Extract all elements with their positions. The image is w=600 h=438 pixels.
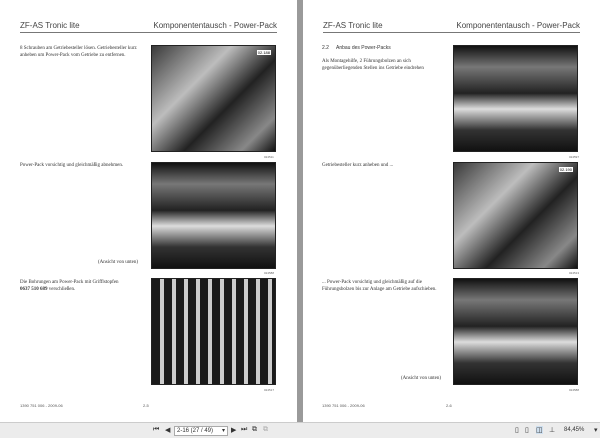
header-section: Komponententausch - Power-Pack — [153, 21, 277, 30]
photo — [151, 162, 276, 269]
photo-code: 024597 — [569, 155, 580, 159]
page-number-field[interactable]: 2-16 (27 / 49) ▾ — [174, 426, 228, 436]
previous-page-icon[interactable]: ◀ — [165, 426, 170, 434]
zoom-level[interactable]: 84,45% — [564, 427, 584, 433]
copy-icon[interactable]: ⧉ — [263, 426, 268, 434]
page-number: 2-5 — [143, 403, 149, 408]
step-text: Power-Pack vorsichtig und gleichmäßig ab… — [20, 163, 124, 168]
photo-caption: (Ansicht von unten) — [401, 376, 441, 381]
left-page: ZF-AS Tronic lite Komponententausch - Po… — [0, 0, 297, 422]
two-page-continuous-icon[interactable]: ⊥ — [549, 426, 555, 434]
footer-docnumber: 1390 751 006 - 2009-06 — [322, 403, 365, 408]
page-number: 2-6 — [446, 403, 452, 408]
step-text: 8 Schrauben am Getriebesteller lösen. Ge… — [20, 46, 137, 58]
first-page-icon[interactable]: ⏮ — [153, 426, 159, 434]
last-page-icon[interactable]: ⏭ — [241, 426, 247, 434]
header-section: Komponententausch - Power-Pack — [456, 21, 580, 30]
rotate-icon[interactable]: ⧉ — [252, 426, 257, 434]
header-title: ZF-AS Tronic lite — [323, 21, 383, 30]
bottom-toolbar: ⏮ ◀ 2-16 (27 / 49) ▾ ▶ ⏭ ⧉ ⧉ ▯ ▯ ◫ ⊥ 84,4… — [0, 422, 600, 438]
header-title: ZF-AS Tronic lite — [20, 21, 80, 30]
photo-code: 024517 — [264, 388, 275, 392]
two-page-view-icon[interactable]: ◫ — [536, 426, 543, 434]
zoom-dropdown-icon[interactable]: ▾ — [594, 426, 598, 434]
part-number: 0637 510 689 — [20, 287, 48, 292]
step-text: Die Bohrungen am Power-Pack mit Grifflst… — [20, 279, 140, 293]
photo-code: 024588 — [264, 271, 275, 275]
step-text-a: Die Bohrungen am Power-Pack mit Grifflst… — [20, 280, 119, 285]
photo — [453, 278, 578, 385]
photo — [453, 45, 578, 152]
right-page: ZF-AS Tronic lite Komponententausch - Po… — [303, 0, 600, 422]
page-number-value: 2-16 (27 / 49) — [177, 428, 214, 434]
photo-tag: 02.188 — [256, 50, 271, 55]
photo: 02.190 — [453, 162, 578, 269]
photo-code: 024511 — [264, 155, 274, 159]
photo-code: 024513 — [569, 271, 580, 275]
photo-tag: 02.190 — [558, 167, 573, 172]
section-number: 2.2 — [322, 45, 329, 51]
single-page-view-icon[interactable]: ▯ — [515, 426, 519, 434]
step-text: Als Montagehilfe, 2 Führungsbolzen an si… — [322, 59, 424, 71]
chevron-down-icon[interactable]: ▾ — [222, 427, 225, 436]
step-text: ... Power-Pack vorsichtig und gleichmäßi… — [322, 280, 437, 292]
step-text: Getriebesteller kurz anheben und ... — [322, 163, 394, 168]
header-rule — [323, 32, 580, 33]
photo-caption: (Ansicht von unten) — [98, 260, 138, 265]
footer-docnumber: 1390 751 006 - 2009-06 — [20, 403, 63, 408]
next-page-icon[interactable]: ▶ — [231, 426, 236, 434]
header-rule — [20, 32, 277, 33]
section-title: Anbau des Power-Packs — [336, 45, 391, 51]
continuous-view-icon[interactable]: ▯ — [525, 426, 529, 434]
photo — [151, 278, 276, 385]
photo-code: 024588 — [569, 388, 580, 392]
photo: 02.188 — [151, 45, 276, 152]
step-text-b: verschließen. — [47, 287, 76, 292]
